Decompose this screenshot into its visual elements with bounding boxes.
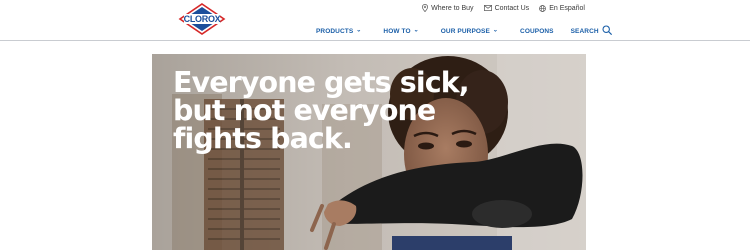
utility-links: Where to Buy Contact Us En Español — [422, 4, 585, 12]
clorox-logo[interactable]: CLOROX — [178, 3, 226, 35]
nav-products[interactable]: PRODUCTS ⌄ — [316, 28, 361, 35]
globe-icon — [539, 4, 547, 12]
main-nav: PRODUCTS ⌄ HOW TO ⌄ OUR PURPOSE ⌄ COUPON… — [0, 17, 750, 41]
location-pin-icon — [422, 4, 429, 12]
hero-headline: Everyone gets sick, but not everyone fig… — [173, 66, 470, 155]
envelope-icon — [483, 5, 492, 11]
where-to-buy-link[interactable]: Where to Buy — [422, 4, 474, 12]
where-to-buy-label: Where to Buy — [431, 4, 474, 12]
contact-us-link[interactable]: Contact Us — [483, 4, 530, 12]
nav-coupons-label: COUPONS — [520, 27, 554, 35]
chevron-down-icon: ⌄ — [413, 27, 419, 34]
nav-how-to-label: HOW TO — [383, 27, 411, 35]
contact-us-label: Contact Us — [494, 4, 530, 12]
chevron-down-icon: ⌄ — [492, 27, 499, 34]
chevron-down-icon: ⌄ — [356, 27, 362, 34]
search-button[interactable]: SEARCH — [571, 25, 612, 37]
search-label: SEARCH — [570, 27, 599, 35]
nav-our-purpose-label: OUR PURPOSE — [440, 27, 490, 35]
nav-coupons[interactable]: COUPONS — [520, 28, 554, 35]
search-icon — [602, 25, 612, 37]
language-link[interactable]: En Español — [539, 4, 585, 12]
language-label: En Español — [549, 4, 585, 12]
nav-how-to[interactable]: HOW TO ⌄ — [383, 28, 418, 35]
nav-items: PRODUCTS ⌄ HOW TO ⌄ OUR PURPOSE ⌄ COUPON… — [316, 25, 612, 37]
nav-our-purpose[interactable]: OUR PURPOSE ⌄ — [441, 28, 498, 35]
utility-bar: Where to Buy Contact Us En Español — [0, 0, 750, 17]
nav-products-label: PRODUCTS — [316, 27, 354, 35]
svg-text:CLOROX: CLOROX — [184, 14, 221, 24]
hero-banner: Everyone gets sick, but not everyone fig… — [152, 54, 586, 250]
